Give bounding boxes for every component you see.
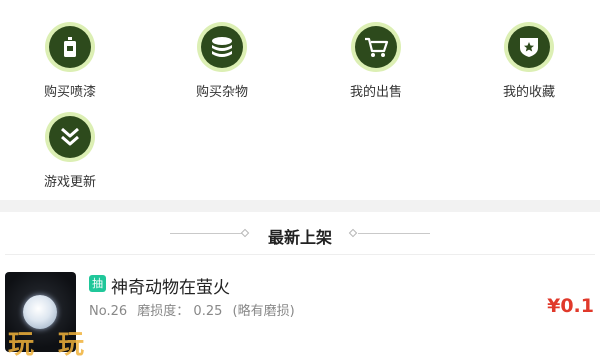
listing-type-badge: 抽 <box>89 275 106 292</box>
header-separator <box>5 254 595 255</box>
section-title: 最新上架 <box>267 228 332 247</box>
listing-meta: No.26 磨损度： 0.25 (略有磨损) <box>89 300 301 319</box>
star-shield-icon <box>520 38 538 57</box>
nav-icon-ring <box>45 22 95 72</box>
header-deco-line-right <box>358 233 430 234</box>
listing-wear-label: 磨损度： <box>137 304 190 319</box>
nav-item-my-favorites[interactable]: 我的收藏 <box>479 22 579 100</box>
nav-icon-ring <box>504 22 554 72</box>
nav-label-my-favorites: 我的收藏 <box>502 85 555 100</box>
nav-icon-ring <box>197 22 247 72</box>
listing-price: ¥0.1 <box>547 295 594 317</box>
double-chevron-down-icon <box>61 127 79 146</box>
nav-icon-ring <box>45 112 95 162</box>
coin-stack-icon <box>212 37 232 57</box>
listing-wear-note: (略有磨损) <box>232 304 295 319</box>
nav-item-game-update[interactable]: 游戏更新 <box>20 112 120 190</box>
nav-label-my-sales: 我的出售 <box>349 85 402 100</box>
nav-item-buy-spray[interactable]: 购买喷漆 <box>20 22 120 100</box>
shopping-cart-icon <box>365 37 389 57</box>
nav-label-game-update: 游戏更新 <box>43 175 96 190</box>
listing-wear-value: 0.25 <box>193 304 223 319</box>
listing-number: No.26 <box>89 304 128 319</box>
listing-title: 神奇动物在萤火 <box>111 278 230 298</box>
section-header: 最新上架 <box>0 220 600 250</box>
nav-label-buy-spray: 购买喷漆 <box>43 85 96 100</box>
section-divider <box>0 200 600 212</box>
watermark-logo: 玩玩 <box>8 330 109 360</box>
nav-item-my-sales[interactable]: 我的出售 <box>326 22 426 100</box>
nav-icon-ring <box>351 22 401 72</box>
spray-can-icon <box>64 37 76 57</box>
nav-item-buy-misc[interactable]: 购买杂物 <box>172 22 272 100</box>
nav-label-buy-misc: 购买杂物 <box>195 85 248 100</box>
listing-item[interactable]: 玩玩 抽 神奇动物在萤火 No.26 磨损度： 0.25 (略有磨损) ¥0.1 <box>0 262 600 360</box>
